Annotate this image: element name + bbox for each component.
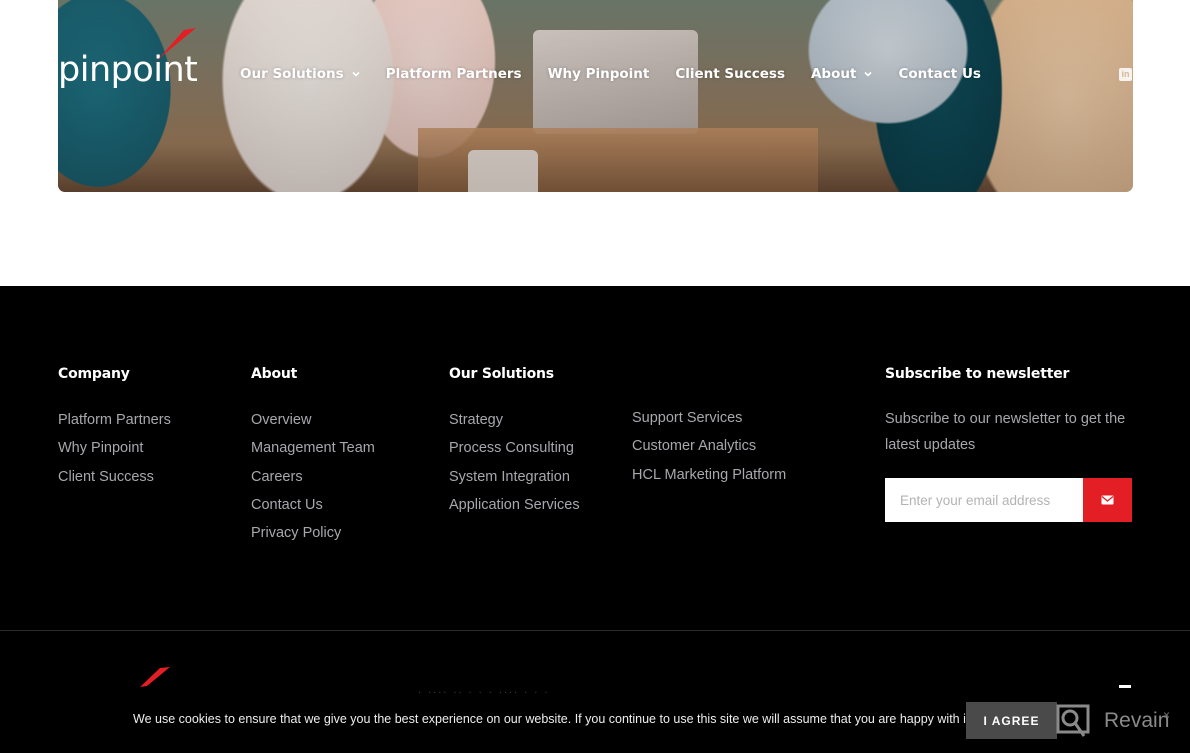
footer-logo-swoosh-icon [140,667,170,687]
cookie-consent-bar: We use cookies to ensure that we give yo… [0,700,1190,740]
copyright-text: . .... .. . . . .... . . . [418,684,550,696]
nav-label: Why Pinpoint [547,66,650,82]
hero-banner-image [58,0,1133,192]
footer-company-column: Company Platform Partners Why Pinpoint C… [58,366,171,491]
close-icon[interactable]: × [1163,708,1170,722]
nav-platform-partners[interactable]: Platform Partners [386,66,522,82]
footer-link-why-pinpoint[interactable]: Why Pinpoint [58,434,171,462]
footer-link-customer-analytics[interactable]: Customer Analytics [632,432,786,460]
nav-about[interactable]: About [810,66,873,82]
newsletter-description: Subscribe to our newsletter to get the l… [885,411,1126,453]
cookie-message: We use cookies to ensure that we give yo… [133,712,973,726]
nav-label: Platform Partners [385,66,522,82]
newsletter-heading: Subscribe to newsletter [885,366,1070,382]
nav-label: Contact Us [898,66,981,82]
footer-link-careers[interactable]: Careers [251,463,375,491]
page: pinpoint Our Solutions Platform Partners… [0,0,1190,753]
nav-our-solutions[interactable]: Our Solutions [240,66,360,82]
newsletter-form [885,478,1132,522]
hero-overlay [58,0,1133,192]
footer-link-system-integration[interactable]: System Integration [449,463,580,491]
footer-link-strategy[interactable]: Strategy [449,406,580,434]
revain-widget[interactable]: Revain [1056,704,1169,738]
envelope-icon [1101,495,1114,505]
subscribe-button[interactable] [1083,478,1132,522]
logo-swoosh-icon [154,28,196,64]
revain-brand-text: Revain [1104,709,1170,732]
revain-logo-icon [1056,704,1090,737]
site-footer: Company Platform Partners Why Pinpoint C… [0,286,1190,753]
nav-label: Our Solutions [240,66,344,82]
footer-link-hcl-marketing-platform[interactable]: HCL Marketing Platform [632,461,786,489]
footer-link-privacy-policy[interactable]: Privacy Policy [251,519,375,547]
nav-why-pinpoint[interactable]: Why Pinpoint [548,66,650,82]
agree-button[interactable]: I AGREE [966,702,1057,739]
footer-link-process-consulting[interactable]: Process Consulting [449,434,580,462]
footer-about-heading: About [251,366,298,382]
footer-solutions-heading: Our Solutions [449,366,554,382]
footer-link-platform-partners[interactable]: Platform Partners [58,406,171,434]
chevron-down-icon [352,71,360,77]
footer-about-column: About Overview Management Team Careers C… [251,366,375,547]
footer-link-contact-us[interactable]: Contact Us [251,491,375,519]
hero-section: pinpoint Our Solutions Platform Partners… [0,0,1190,286]
email-input[interactable] [885,478,1083,522]
nav-label: Client Success [675,66,785,82]
footer-link-client-success[interactable]: Client Success [58,463,171,491]
footer-divider [0,630,1190,631]
main-nav: Our Solutions Platform Partners Why Pinp… [240,66,1007,82]
nav-contact-us[interactable]: Contact Us [898,66,981,82]
footer-link-support-services[interactable]: Support Services [632,404,786,432]
footer-solutions-column-2: Support Services Customer Analytics HCL … [632,404,786,489]
scroll-to-top-icon[interactable] [1119,685,1131,688]
footer-link-overview[interactable]: Overview [251,406,375,434]
linkedin-icon[interactable]: in [1119,68,1132,81]
footer-newsletter-column: Subscribe to newsletter Subscribe to our… [885,366,1135,458]
footer-company-heading: Company [58,366,130,382]
footer-link-application-services[interactable]: Application Services [449,491,580,519]
footer-solutions-column: Our Solutions Strategy Process Consultin… [449,366,580,519]
nav-label: About [810,66,857,82]
nav-client-success[interactable]: Client Success [675,66,785,82]
footer-link-management-team[interactable]: Management Team [251,434,375,462]
chevron-down-icon [864,71,873,77]
site-logo[interactable]: pinpoint [58,28,198,92]
